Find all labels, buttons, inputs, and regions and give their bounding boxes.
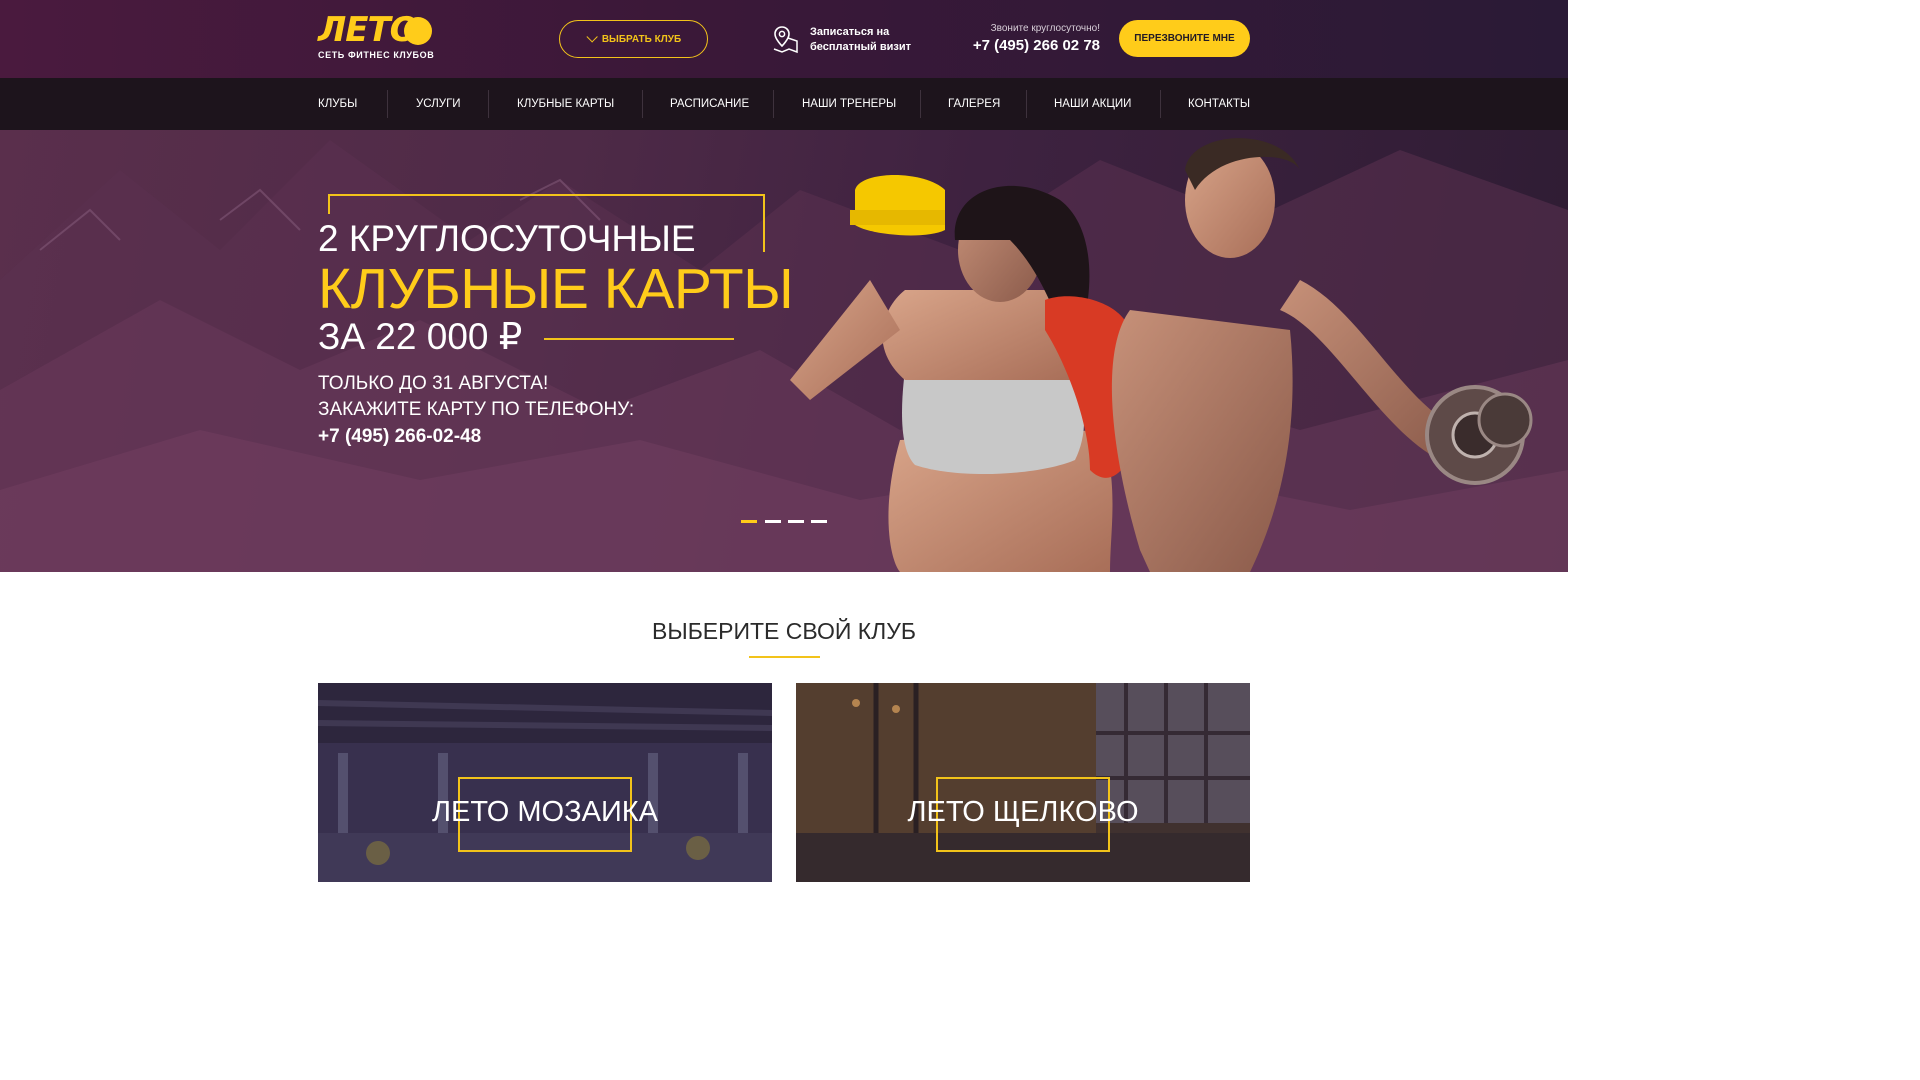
hero-price: ЗА 22 000 ₽ [318,316,523,357]
logo-subtitle: СЕТЬ ФИТНЕС КЛУБОВ [318,50,435,60]
nav-divider [387,90,388,118]
nav-item-trainers[interactable]: НАШИ ТРЕНЕРЫ [802,78,896,130]
nav-divider [1160,90,1161,118]
nav-divider [642,90,643,118]
hero-background-image [0,138,1568,572]
choose-club-button[interactable]: ВЫБРАТЬ КЛУБ [559,20,708,58]
nav-item-gallery[interactable]: ГАЛЕРЕЯ [948,78,1000,130]
headline-frame-left [328,194,330,214]
call-label: Звоните круглосуточно! [990,23,1100,34]
main-nav: КЛУБЫ УСЛУГИ КЛУБНЫЕ КАРТЫ РАСПИСАНИЕ НА… [0,78,1568,130]
free-visit-line1: Записаться на [810,26,890,38]
hero-headline-line2: КЛУБНЫЕ КАРТЫ [318,257,794,321]
hero-promo-order: ЗАКАЖИТЕ КАРТУ ПО ТЕЛЕФОНУ: [318,399,635,420]
free-visit-link[interactable]: Записаться на бесплатный визит [772,24,922,58]
headline-frame-right [763,194,765,252]
nav-item-schedule[interactable]: РАСПИСАНИЕ [670,78,749,130]
hero-promo-deadline: ТОЛЬКО ДО 31 АВГУСТА! [318,373,549,394]
club-name: ЛЕТО ЩЕЛКОВО [907,796,1139,828]
slider-dot[interactable] [788,520,804,523]
club-card-mozaika[interactable]: ЛЕТО МОЗАИКА [318,683,772,882]
free-visit-line2: бесплатный визит [810,41,912,53]
section-title: ВЫБЕРИТЕ СВОЙ КЛУБ [652,618,916,644]
free-visit-text: Записаться на бесплатный визит [810,25,930,55]
nav-item-club-cards[interactable]: КЛУБНЫЕ КАРТЫ [517,78,614,130]
price-underline [544,338,734,340]
header: ЛЕТО СЕТЬ ФИТНЕС КЛУБОВ ВЫБРАТЬ КЛУБ Зап… [0,0,1568,78]
nav-item-contacts[interactable]: КОНТАКТЫ [1188,78,1250,130]
header-phone[interactable]: +7 (495) 266 02 78 [940,37,1100,54]
nav-divider [920,90,921,118]
section-title-underline [749,656,820,658]
choose-club-label: ВЫБРАТЬ КЛУБ [601,33,682,45]
logo[interactable]: ЛЕТО СЕТЬ ФИТНЕС КЛУБОВ [318,10,438,64]
nav-item-clubs[interactable]: КЛУБЫ [318,78,357,130]
slider-dot[interactable] [741,520,757,523]
nav-item-services[interactable]: УСЛУГИ [416,78,461,130]
nav-divider [1026,90,1027,118]
slider-dots [741,520,831,526]
callback-button[interactable]: ПЕРЕЗВОНИТЕ МНЕ [1119,20,1250,57]
headline-frame-top [328,194,765,196]
slider-dot[interactable] [811,520,827,523]
nav-divider [773,90,774,118]
club-name: ЛЕТО МОЗАИКА [431,796,659,828]
hero-promo-phone[interactable]: +7 (495) 266-02-48 [318,426,481,448]
nav-divider [488,90,489,118]
logo-word: ЛЕТО [318,10,419,50]
map-pin-icon [773,26,798,54]
slider-dot[interactable] [765,520,781,523]
hero-headline-line1: 2 КРУГЛОСУТОЧНЫЕ [318,218,696,259]
logo-sun-icon [404,17,432,45]
nav-item-promotions[interactable]: НАШИ АКЦИИ [1054,78,1131,130]
hero-banner: 2 КРУГЛОСУТОЧНЫЕ КЛУБНЫЕ КАРТЫ ЗА 22 000… [0,130,1568,572]
chevron-down-icon [586,31,598,43]
club-card-shchelkovo[interactable]: ЛЕТО ЩЕЛКОВО [796,683,1250,882]
